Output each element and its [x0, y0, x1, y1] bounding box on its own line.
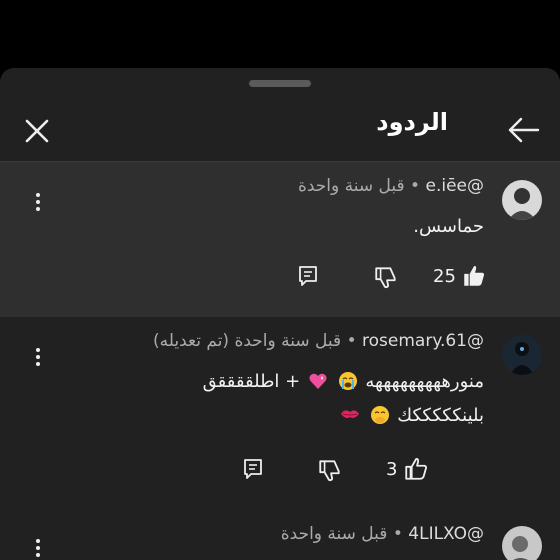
close-icon: [25, 119, 49, 143]
sparkling-heart-emoji-icon: [309, 373, 327, 389]
reply-button[interactable]: [241, 457, 265, 485]
comment-item: @rosemary.61 • قبل سنة واحدة (تم تعديله)…: [0, 317, 560, 497]
comment-author[interactable]: @4LILXO: [408, 524, 484, 544]
comment-text: حماسس.: [413, 216, 484, 237]
more-options-button[interactable]: [28, 190, 48, 218]
like-button[interactable]: 25: [433, 262, 493, 292]
comment-author[interactable]: @rosemary.61: [362, 331, 484, 351]
comment-text-part: بلينكككككك: [397, 405, 484, 426]
avatar[interactable]: [502, 180, 542, 220]
like-count: 3: [386, 459, 398, 480]
comment-text-part: منورهههههههههه: [365, 371, 484, 392]
dislike-icon: [319, 460, 340, 482]
comment-item: @4LILXO • قبل سنة واحدة: [0, 512, 560, 560]
comment-text-line: منورهههههههههه + اطلققققق: [203, 371, 484, 392]
meta-separator: •: [392, 524, 403, 544]
comment-time: قبل سنة واحدة (تم تعديله): [153, 331, 342, 351]
comment-time: قبل سنة واحدة: [297, 176, 405, 196]
reply-button[interactable]: [296, 264, 320, 292]
sheet-header: الردود: [0, 92, 560, 162]
like-count: 25: [433, 266, 456, 287]
sheet-title: الردود: [376, 108, 448, 136]
comment-text-line: بلينكككككك: [338, 405, 484, 426]
like-icon: [405, 458, 428, 480]
more-options-button[interactable]: [28, 536, 48, 560]
comment-meta: @4LILXO • قبل سنة واحدة: [281, 524, 484, 544]
arrow-left-icon: [508, 117, 540, 143]
comment-meta: @rosemary.61 • قبل سنة واحدة (تم تعديله): [153, 331, 484, 351]
meta-separator: •: [346, 331, 357, 351]
comment-item: @e.iēe • قبل سنة واحدة حماسس. 25: [0, 162, 560, 317]
like-icon: [464, 265, 485, 286]
reply-icon: [244, 459, 262, 479]
like-button[interactable]: 3: [386, 455, 436, 485]
dislike-button[interactable]: [373, 264, 399, 294]
comment-text-part: + اطلققققق: [202, 371, 301, 392]
replies-sheet: الردود @e.iēe • قبل سنة واحدة حماسس. 25 …: [0, 68, 560, 560]
comment-meta: @e.iēe • قبل سنة واحدة: [298, 176, 484, 196]
back-button[interactable]: [504, 110, 544, 150]
dislike-button[interactable]: [317, 457, 343, 487]
more-options-button[interactable]: [28, 345, 48, 373]
comment-author[interactable]: @e.iēe: [425, 176, 484, 196]
reply-icon: [299, 266, 317, 286]
dislike-icon: [375, 267, 396, 289]
comment-time: قبل سنة واحدة: [280, 524, 388, 544]
crying-face-emoji-icon: [338, 372, 357, 390]
drag-handle[interactable]: [249, 80, 311, 87]
avatar[interactable]: [502, 335, 542, 375]
hand-over-mouth-emoji-icon: [370, 406, 389, 424]
kiss-mark-emoji-icon: [340, 410, 359, 418]
meta-separator: •: [410, 176, 421, 196]
avatar[interactable]: [502, 526, 542, 560]
close-button[interactable]: [18, 112, 56, 150]
